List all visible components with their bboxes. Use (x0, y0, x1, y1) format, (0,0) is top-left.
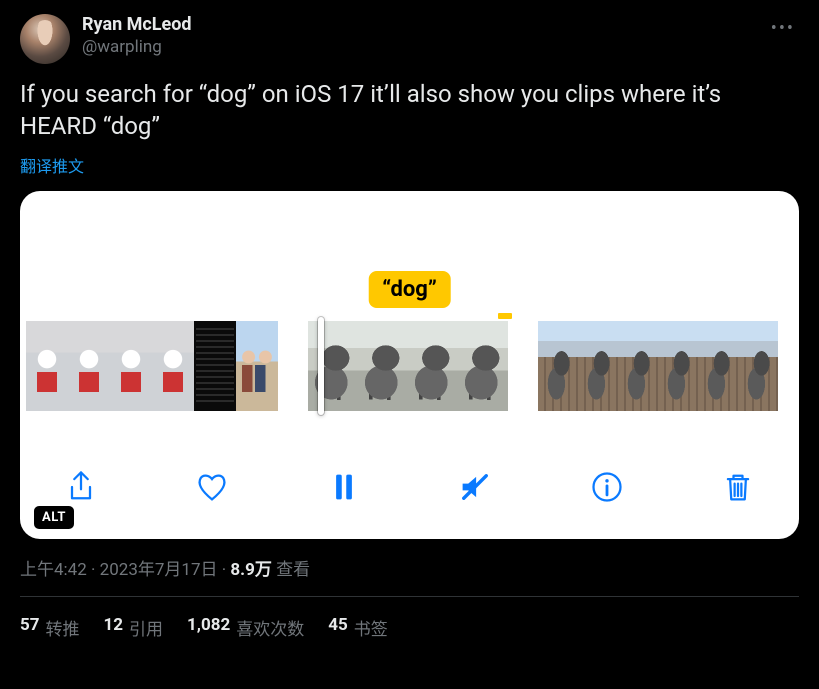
pause-icon[interactable] (323, 466, 365, 508)
display-name: Ryan McLeod (82, 14, 192, 37)
clip-thumb (658, 321, 698, 411)
clip-thumb (308, 321, 358, 411)
handle: @warpling (82, 37, 192, 58)
clip-thumb (538, 321, 578, 411)
translate-link[interactable]: 翻译推文 (20, 153, 799, 177)
alt-badge[interactable]: ALT (34, 506, 74, 529)
clip-thumb (236, 321, 278, 411)
share-icon[interactable] (60, 466, 102, 508)
info-icon[interactable] (586, 466, 628, 508)
heart-icon[interactable] (191, 466, 233, 508)
views-label: 查看 (272, 560, 310, 580)
author-block[interactable]: Ryan McLeod @warpling (82, 14, 192, 58)
clip-thumb (618, 321, 658, 411)
video-timeline[interactable] (20, 321, 799, 411)
views-count: 8.9万 (230, 560, 271, 580)
clip-thumb (578, 321, 618, 411)
clip-thumb (698, 321, 738, 411)
mute-icon[interactable] (454, 466, 496, 508)
stat-quotes[interactable]: 12 引用 (104, 615, 164, 640)
clip-thumb (738, 321, 778, 411)
media-card[interactable]: “dog” (20, 191, 799, 539)
stat-likes[interactable]: 1,082 喜欢次数 (187, 615, 304, 640)
tweet: Ryan McLeod @warpling ••• If you search … (0, 0, 819, 640)
clip-thumb (408, 321, 458, 411)
clip-thumb (152, 321, 194, 411)
search-tag-bubble: “dog” (368, 271, 451, 308)
tweet-meta: 上午4:42 · 2023年7月17日 · 8.9万 查看 (20, 555, 799, 580)
clip-thumb (68, 321, 110, 411)
more-icon[interactable]: ••• (767, 14, 799, 43)
playhead[interactable] (318, 317, 324, 415)
stat-retweets[interactable]: 57 转推 (20, 615, 80, 640)
meta-date[interactable]: 2023年7月17日 (100, 560, 218, 580)
timeline-marker (498, 313, 512, 319)
clip-thumb (358, 321, 408, 411)
clip-thumb (110, 321, 152, 411)
tweet-stats: 57 转推 12 引用 1,082 喜欢次数 45 书签 (20, 597, 799, 640)
meta-time[interactable]: 上午4:42 (20, 560, 87, 580)
tweet-header: Ryan McLeod @warpling ••• (20, 14, 799, 64)
clip-group[interactable] (538, 321, 778, 411)
media-toolbar (20, 463, 799, 511)
clip-group[interactable] (308, 321, 508, 411)
clip-thumb (458, 321, 508, 411)
clip-thumb (26, 321, 68, 411)
tweet-text: If you search for “dog” on iOS 17 it’ll … (20, 78, 799, 143)
trash-icon[interactable] (717, 466, 759, 508)
clip-thumb (194, 321, 236, 411)
avatar[interactable] (20, 14, 70, 64)
stat-bookmarks[interactable]: 45 书签 (328, 615, 388, 640)
clip-group[interactable] (26, 321, 278, 411)
